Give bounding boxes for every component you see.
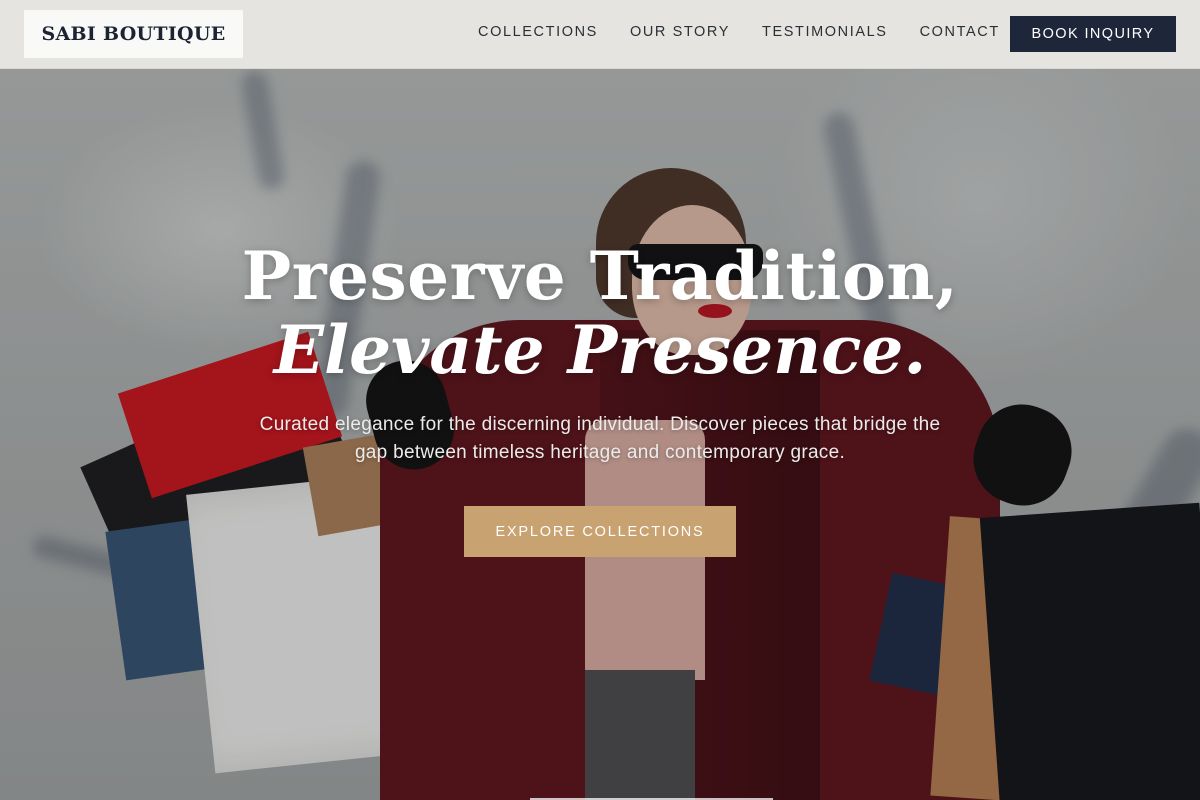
- explore-collections-button[interactable]: EXPLORE COLLECTIONS: [464, 506, 736, 557]
- nav-link-contact[interactable]: CONTACT: [920, 24, 1000, 40]
- hero-subtitle: Curated elegance for the discerning indi…: [259, 414, 941, 463]
- hero-headline-line2: Elevate Presence.: [273, 311, 927, 389]
- nav-link-testimonials[interactable]: TESTIMONIALS: [762, 24, 888, 40]
- nav-link-our-story[interactable]: OUR STORY: [630, 24, 730, 40]
- book-inquiry-button[interactable]: BOOK INQUIRY: [1010, 16, 1176, 52]
- brand-logo[interactable]: SABI BOUTIQUE: [24, 10, 243, 58]
- hero-background-image: [0, 0, 1200, 800]
- nav-links: COLLECTIONS OUR STORY TESTIMONIALS CONTA…: [478, 24, 1032, 40]
- hero-headline-line1: Preserve Tradition,: [241, 237, 959, 315]
- top-navbar: SABI BOUTIQUE COLLECTIONS OUR STORY TEST…: [0, 0, 1200, 69]
- nav-link-collections[interactable]: COLLECTIONS: [478, 24, 598, 40]
- hero-headline: Preserve Tradition, Elevate Presence.: [0, 238, 1200, 386]
